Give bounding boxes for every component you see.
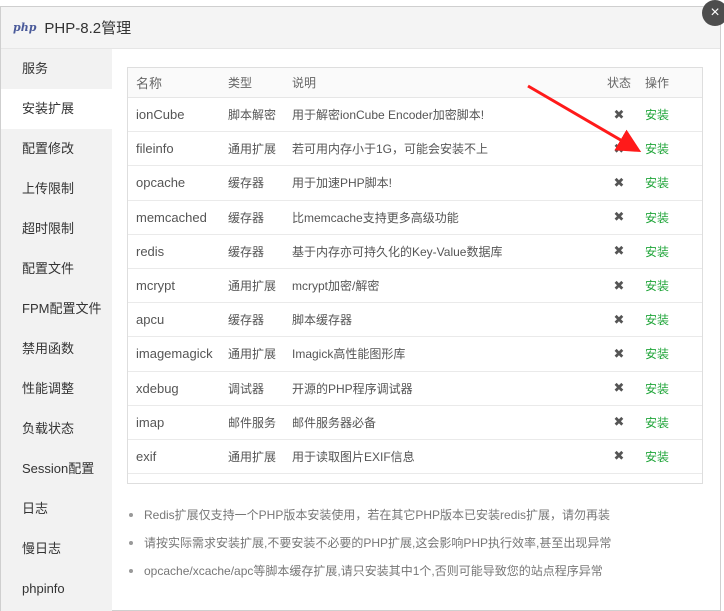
install-link[interactable]: 安装 — [637, 311, 677, 328]
extension-description: 若可用内存小于1G，可能会安装不上 — [292, 142, 489, 157]
extension-description: 比memcache支持更多高级功能 — [292, 210, 459, 225]
extension-type: 通用扩展 — [228, 347, 277, 362]
extension-type: 脚本解密 — [228, 108, 277, 123]
extension-name: fileinfo — [136, 141, 174, 157]
main-content: 名称 类型 说明 状态 操作 ionCube 脚本解密 用于解密ionCube En… — [112, 49, 721, 611]
extension-name: imap — [136, 414, 165, 430]
install-link[interactable]: 安装 — [637, 209, 677, 226]
dialog-title: PHP-8.2管理 — [44, 20, 132, 37]
status-x-icon: ✖ — [613, 243, 625, 259]
install-link[interactable]: 安装 — [637, 243, 677, 260]
extension-type: 通用扩展 — [228, 449, 277, 464]
extension-name: xdebug — [136, 380, 179, 396]
status-x-icon: ✖ — [613, 345, 625, 361]
install-link[interactable]: 安装 — [637, 380, 677, 397]
sidebar-item-phpinfo[interactable]: phpinfo — [1, 569, 112, 609]
extension-description: 开源的PHP程序调试器 — [292, 381, 413, 396]
table-row: fileinfo 通用扩展 若可用内存小于1G，可能会安装不上 ✖ 安装 — [128, 132, 702, 167]
extension-description: 用于读取图片EXIF信息 — [292, 449, 415, 464]
install-link[interactable]: 安装 — [637, 448, 677, 465]
sidebar-item-upload-limit[interactable]: 上传限制 — [1, 169, 112, 209]
install-link[interactable]: 安装 — [637, 345, 677, 362]
extension-type: 缓存器 — [228, 176, 265, 191]
sidebar: 服务 安装扩展 配置修改 上传限制 超时限制 配置文件 FPM配置文件 禁用函数… — [1, 49, 112, 611]
extension-name: exif — [136, 448, 157, 464]
sidebar-item-config-file[interactable]: 配置文件 — [1, 249, 112, 289]
extension-type: 缓存器 — [228, 210, 265, 225]
extension-type: 通用扩展 — [228, 279, 277, 294]
close-icon[interactable]: × — [702, 0, 724, 26]
install-link[interactable]: 安装 — [637, 414, 677, 431]
table-row: mcrypt 通用扩展 mcrypt加密/解密 ✖ 安装 — [128, 269, 702, 304]
extension-type: 缓存器 — [228, 313, 265, 328]
table-body: ionCube 脚本解密 用于解密ionCube Encoder加密脚本! ✖ 安装 fi… — [128, 98, 702, 475]
php-manager-dialog: php PHP-8.2管理 服务 安装扩展 配置修改 上传限制 超时限制 配置文… — [0, 6, 721, 611]
extension-name: memcached — [136, 209, 207, 225]
sidebar-item-service[interactable]: 服务 — [1, 49, 112, 89]
extensions-table: 名称 类型 说明 状态 操作 ionCube 脚本解密 用于解密ionCube En… — [127, 67, 703, 484]
sidebar-item-fpm-config-file[interactable]: FPM配置文件 — [1, 289, 112, 329]
extension-description: 用于解密ionCube Encoder加密脚本! — [292, 108, 485, 123]
extension-name: ionCube — [136, 107, 185, 123]
extension-description: 用于加速PHP脚本! — [292, 176, 393, 191]
table-row: ionCube 脚本解密 用于解密ionCube Encoder加密脚本! ✖ 安装 — [128, 98, 702, 133]
install-link[interactable]: 安装 — [637, 174, 677, 191]
sidebar-item-performance[interactable]: 性能调整 — [1, 369, 112, 409]
status-x-icon: ✖ — [613, 380, 625, 396]
table-row: redis 缓存器 基于内存亦可持久化的Key-Value数据库 ✖ 安装 — [128, 235, 702, 269]
tips-list: Redis扩展仅支持一个PHP版本安装使用，若在其它PHP版本已安装redis扩… — [126, 501, 711, 585]
header-action: 操作 — [644, 76, 669, 90]
header-name: 名称 — [136, 76, 163, 91]
sidebar-item-load-status[interactable]: 负载状态 — [1, 409, 112, 449]
tip-item: 请按实际需求安装扩展,不要安装不必要的PHP扩展,这会影响PHP执行效率,甚至出… — [126, 529, 711, 557]
table-row: exif 通用扩展 用于读取图片EXIF信息 ✖ 安装 — [128, 440, 702, 475]
table-header: 名称 类型 说明 状态 操作 — [128, 68, 702, 98]
status-x-icon: ✖ — [613, 277, 625, 293]
sidebar-item-disabled-functions[interactable]: 禁用函数 — [1, 329, 112, 369]
extension-description: 邮件服务器必备 — [292, 415, 377, 430]
table-row: xdebug 调试器 开源的PHP程序调试器 ✖ 安装 — [128, 372, 702, 406]
sidebar-item-install-extensions[interactable]: 安装扩展 — [1, 89, 112, 129]
extension-description: 基于内存亦可持久化的Key-Value数据库 — [292, 244, 503, 259]
extension-name: apcu — [136, 312, 165, 328]
extension-description: mcrypt加密/解密 — [292, 279, 380, 294]
header-description: 说明 — [292, 76, 317, 90]
header-status: 状态 — [606, 76, 631, 90]
extension-type: 缓存器 — [228, 244, 265, 259]
status-x-icon: ✖ — [613, 448, 625, 464]
table-row: memcached 缓存器 比memcache支持更多高级功能 ✖ 安装 — [128, 201, 702, 235]
table-row: imagemagick 通用扩展 Imagick高性能图形库 ✖ 安装 — [128, 337, 702, 372]
php-logo-icon: php — [13, 21, 37, 34]
status-x-icon: ✖ — [613, 209, 625, 225]
extension-name: mcrypt — [136, 278, 175, 294]
header-type: 类型 — [228, 76, 253, 90]
install-link[interactable]: 安装 — [637, 140, 677, 157]
sidebar-item-config-modify[interactable]: 配置修改 — [1, 129, 112, 169]
extension-name: opcache — [136, 175, 186, 191]
extension-type: 通用扩展 — [228, 142, 277, 157]
status-x-icon: ✖ — [613, 140, 625, 156]
status-x-icon: ✖ — [613, 311, 625, 327]
extension-name: imagemagick — [136, 346, 213, 362]
status-x-icon: ✖ — [613, 174, 625, 190]
table-row: apcu 缓存器 脚本缓存器 ✖ 安装 — [128, 303, 702, 338]
extension-type: 邮件服务 — [228, 415, 277, 430]
sidebar-item-slow-log[interactable]: 慢日志 — [1, 529, 112, 569]
install-link[interactable]: 安装 — [637, 106, 677, 123]
tip-item: opcache/xcache/apc等脚本缓存扩展,请只安装其中1个,否则可能导… — [126, 557, 711, 585]
extension-description: Imagick高性能图形库 — [292, 347, 406, 362]
extension-type: 调试器 — [228, 381, 265, 396]
title-bar: php PHP-8.2管理 — [1, 7, 720, 49]
sidebar-item-log[interactable]: 日志 — [1, 489, 112, 529]
extension-name: redis — [136, 243, 165, 259]
status-x-icon: ✖ — [613, 106, 625, 122]
table-row: opcache 缓存器 用于加速PHP脚本! ✖ 安装 — [128, 166, 702, 201]
extension-description: 脚本缓存器 — [292, 313, 353, 328]
table-row: imap 邮件服务 邮件服务器必备 ✖ 安装 — [128, 406, 702, 440]
status-x-icon: ✖ — [613, 414, 625, 430]
sidebar-item-session-config[interactable]: Session配置 — [1, 449, 112, 489]
sidebar-item-timeout-limit[interactable]: 超时限制 — [1, 209, 112, 249]
install-link[interactable]: 安装 — [637, 277, 677, 294]
tip-item: Redis扩展仅支持一个PHP版本安装使用，若在其它PHP版本已安装redis扩… — [126, 501, 711, 529]
